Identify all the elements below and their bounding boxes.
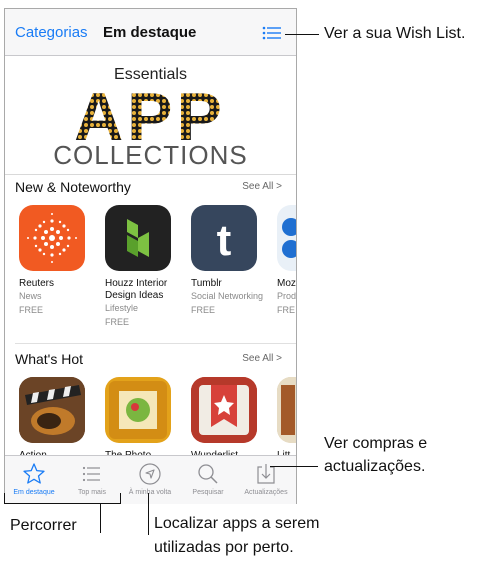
tab-label: Pesquisar <box>192 489 224 496</box>
navigation-bar: Categorias Em destaque <box>5 9 296 56</box>
star-icon <box>23 463 45 484</box>
app-price: FRE <box>277 305 295 315</box>
app-card[interactable]: Moz Bin Prod FRE <box>277 205 297 317</box>
callout-bracket-browse <box>4 503 120 504</box>
wishlist-button[interactable] <box>261 22 283 44</box>
callout-bracket-right <box>120 493 121 504</box>
callout-nearby-line2: utilizadas por perto. <box>154 539 294 556</box>
photo-frame-icon <box>105 377 171 443</box>
callout-line-wishlist <box>285 34 319 35</box>
callout-line-purchases <box>270 466 318 467</box>
tab-near-me[interactable]: À minha volta <box>121 456 179 504</box>
app-name: Reuters <box>19 278 55 289</box>
tab-label: Actualizações <box>244 489 288 496</box>
app-category: Prod <box>277 291 297 301</box>
page-title: Em destaque <box>103 24 197 41</box>
featured-banner[interactable]: Essentials APP COLLECTIONS <box>5 56 296 175</box>
tab-top-charts[interactable]: Top mais <box>63 456 121 504</box>
list-icon <box>82 466 100 482</box>
app-price: FREE <box>19 305 44 315</box>
new-noteworthy-section: New & Noteworthy See All > Reuters News … <box>5 179 296 344</box>
tab-label: Em destaque <box>13 489 55 496</box>
tumblr-icon: t <box>191 205 257 271</box>
section-title: What's Hot <box>15 351 84 367</box>
app-store-screen: Categorias Em destaque Essentials APP CO… <box>4 8 297 504</box>
categories-button[interactable]: Categorias <box>15 24 88 41</box>
svg-text:t: t <box>217 216 232 265</box>
app-card[interactable]: Reuters News FREE <box>19 205 99 317</box>
wunderlist-icon <box>191 377 257 443</box>
app-card[interactable]: Action <box>19 377 99 462</box>
tab-updates[interactable]: Actualizações <box>237 456 295 504</box>
tab-featured[interactable]: Em destaque <box>5 456 63 504</box>
see-all-link[interactable]: See All > <box>242 353 282 364</box>
location-arrow-icon <box>139 463 161 485</box>
partial-app-icon <box>277 205 296 271</box>
callout-wishlist: Ver a sua Wish List. <box>324 25 466 42</box>
app-category: Social Networking <box>191 291 264 301</box>
banner-collections-text: COLLECTIONS <box>53 140 248 170</box>
app-price: FREE <box>191 305 216 315</box>
app-category: Lifestyle <box>105 303 139 313</box>
reuters-icon <box>19 205 85 271</box>
tab-label: À minha volta <box>128 489 172 496</box>
search-icon <box>198 464 218 484</box>
list-icon <box>262 26 281 40</box>
tab-bar: Em destaque Top mais À minha volta Pesqu… <box>5 455 296 504</box>
callout-nearby-line1: Localizar apps a serem <box>154 515 320 532</box>
callout-bracket-left <box>4 493 5 504</box>
section-title: New & Noteworthy <box>15 179 131 195</box>
app-price: FREE <box>105 317 130 327</box>
app-card[interactable]: The Photo <box>105 377 185 462</box>
callout-line-nearby <box>148 493 149 535</box>
app-logo-text: APP <box>74 86 226 142</box>
partial-app-icon <box>277 377 296 443</box>
whats-hot-section: What's Hot See All > Action <box>5 351 296 461</box>
app-name: Tumblr <box>191 278 222 289</box>
app-category: News <box>19 291 42 301</box>
app-card[interactable]: t Tumblr Social Networking FREE <box>191 205 271 317</box>
houzz-icon <box>105 205 171 271</box>
banner-subtitle: Essentials <box>114 66 187 83</box>
movie-clapper-icon <box>19 377 85 443</box>
callout-browse: Percorrer <box>10 517 77 534</box>
section-divider <box>15 343 296 344</box>
callout-purchases-line1: Ver compras e <box>324 435 428 452</box>
app-card[interactable]: Litt <box>277 377 296 462</box>
app-card[interactable]: Houzz Interior Design Ideas Lifestyle FR… <box>105 205 185 329</box>
app-card[interactable]: Wunderlist <box>191 377 271 462</box>
callout-line-browse <box>100 503 101 533</box>
app-name: Houzz Interior Design Ideas <box>105 278 168 301</box>
callout-purchases-line2: actualizações. <box>324 458 426 475</box>
see-all-link[interactable]: See All > <box>242 181 282 192</box>
app-collections-logo: APP <box>74 86 226 142</box>
tab-label: Top mais <box>77 489 106 496</box>
app-name: Moz Bin <box>277 278 296 289</box>
tab-search[interactable]: Pesquisar <box>179 456 237 504</box>
